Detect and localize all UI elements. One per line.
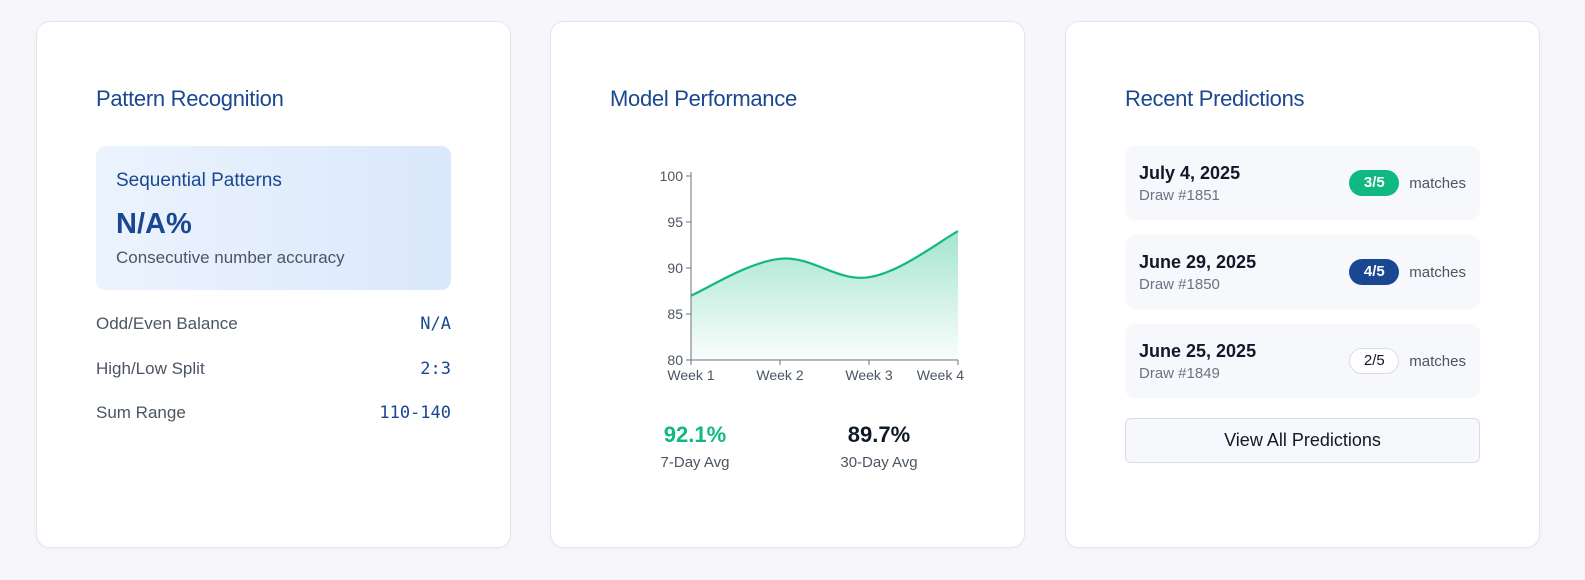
sequential-patterns-description: Consecutive number accuracy [116, 248, 345, 267]
stat-row-high-low: High/Low Split 2:3 [96, 356, 451, 382]
sequential-patterns-value: N/A% [116, 208, 192, 240]
prediction-item[interactable]: July 4, 2025 Draw #1851 3/5 matches [1125, 146, 1480, 220]
matches-badge: 4/5 [1349, 259, 1400, 285]
kpi-7-day-value: 92.1% [663, 422, 727, 447]
stat-value: 2:3 [420, 359, 451, 379]
chart-x-tick-label: Week 2 [756, 367, 803, 383]
stat-value: 110-140 [379, 403, 451, 423]
recent-predictions-title: Recent Predictions [1125, 86, 1305, 111]
prediction-date: July 4, 2025 [1139, 163, 1241, 183]
stat-row-sum-range: Sum Range 110-140 [96, 400, 451, 426]
kpi-30-day: 89.7% 30-Day Avg [799, 422, 959, 471]
view-all-predictions-button[interactable]: View All Predictions [1125, 418, 1480, 463]
kpi-30-day-value: 89.7% [847, 422, 911, 447]
pattern-recognition-title: Pattern Recognition [96, 86, 284, 111]
chart-x-tick-label: Week 3 [845, 367, 892, 383]
stat-label: Sum Range [96, 403, 186, 422]
matches-badge: 3/5 [1349, 170, 1400, 196]
model-performance-card: Model Performance 80 85 90 95 100 Week 1 Week … [550, 21, 1025, 548]
sequential-patterns-title: Sequential Patterns [116, 170, 282, 191]
matches-label: matches [1409, 263, 1466, 281]
sequential-patterns-panel: Sequential Patterns N/A% Consecutive num… [96, 146, 451, 290]
chart-x-tick-label: Week 1 [667, 367, 714, 383]
matches-label: matches [1409, 352, 1466, 370]
matches-badge: 2/5 [1349, 348, 1400, 374]
kpi-30-day-label: 30-Day Avg [840, 454, 918, 471]
stat-label: Odd/Even Balance [96, 314, 238, 333]
chart-y-tick-label: 95 [667, 214, 683, 230]
stat-row-odd-even: Odd/Even Balance N/A [96, 311, 451, 337]
performance-chart: 80 85 90 95 100 Week 1 Week 2 Week 3 Week 4 [660, 168, 965, 383]
prediction-draw-number: Draw #1850 [1139, 276, 1220, 293]
recent-predictions-card: Recent Predictions July 4, 2025 Draw #18… [1065, 21, 1540, 548]
kpi-7-day-label: 7-Day Avg [660, 454, 730, 471]
prediction-date: June 25, 2025 [1139, 341, 1257, 361]
chart-y-tick-label: 80 [667, 352, 683, 368]
matches-label: matches [1409, 174, 1466, 192]
kpi-7-day: 92.1% 7-Day Avg [615, 422, 775, 471]
prediction-draw-number: Draw #1849 [1139, 365, 1220, 382]
chart-x-tick-label: Week 4 [917, 367, 964, 383]
chart-y-tick-label: 100 [660, 168, 684, 184]
chart-area-fill [691, 231, 958, 360]
stat-value: N/A [420, 314, 451, 334]
prediction-item[interactable]: June 25, 2025 Draw #1849 2/5 matches [1125, 324, 1480, 398]
pattern-recognition-card: Pattern Recognition Sequential Patterns … [36, 21, 511, 548]
prediction-draw-number: Draw #1851 [1139, 187, 1220, 204]
model-performance-title: Model Performance [610, 86, 797, 111]
prediction-date: June 29, 2025 [1139, 252, 1257, 272]
stat-label: High/Low Split [96, 359, 205, 378]
chart-y-tick-label: 90 [667, 260, 683, 276]
prediction-item[interactable]: June 29, 2025 Draw #1850 4/5 matches [1125, 235, 1480, 309]
chart-y-tick-label: 85 [667, 306, 683, 322]
